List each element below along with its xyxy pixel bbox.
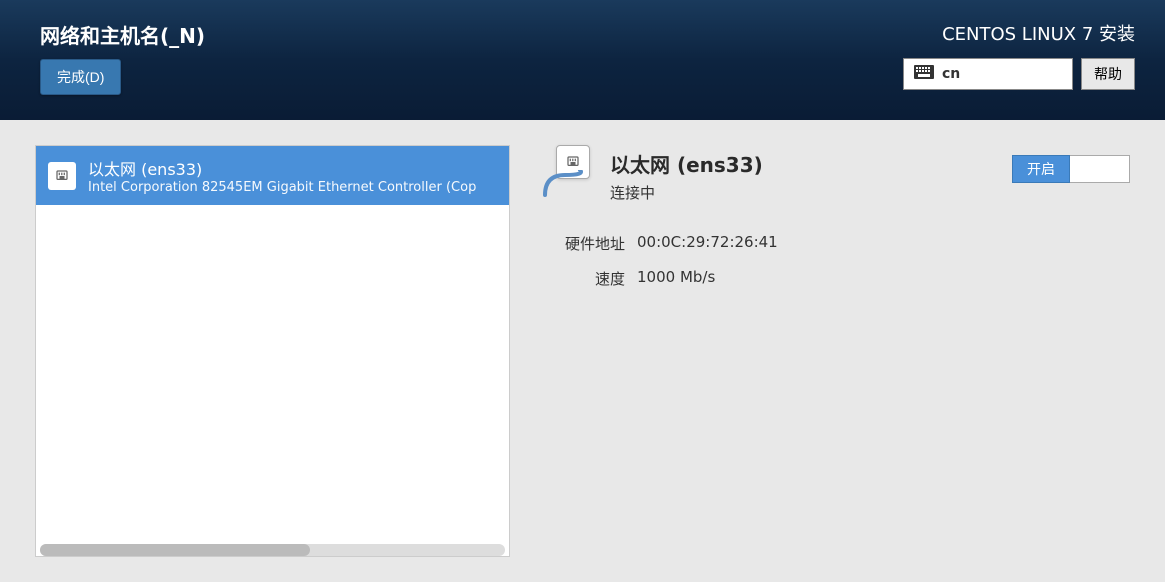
keyboard-layout-indicator[interactable]: cn [903,58,1073,90]
device-list-item[interactable]: 以太网 (ens33) Intel Corporation 82545EM Gi… [36,146,509,205]
device-item-description: Intel Corporation 82545EM Gigabit Ethern… [88,180,476,195]
ethernet-plug-icon [48,162,76,190]
device-item-name: 以太网 (ens33) [88,156,476,180]
speed-value: 1000 Mb/s [637,268,715,289]
lang-help-row: cn 帮助 [903,58,1135,90]
scrollbar-thumb[interactable] [40,544,310,556]
horizontal-scrollbar[interactable] [40,544,505,556]
hardware-address-label: 硬件地址 [540,233,625,254]
page-title: 网络和主机名(_N) [40,20,205,49]
main-content: 以太网 (ens33) Intel Corporation 82545EM Gi… [0,120,1165,582]
header-right: CENTOS LINUX 7 安装 [903,20,1135,105]
connection-toggle[interactable]: 开启 [1012,155,1130,183]
hardware-address-row: 硬件地址 00:0C:29:72:26:41 [540,233,1130,254]
toggle-on-label[interactable]: 开启 [1012,155,1070,183]
keyboard-icon [914,65,934,83]
speed-row: 速度 1000 Mb/s [540,268,1130,289]
device-info-rows: 硬件地址 00:0C:29:72:26:41 速度 1000 Mb/s [540,233,1130,289]
toggle-slider[interactable] [1070,155,1130,183]
header-bar: 网络和主机名(_N) 完成(D) CENTOS LINUX 7 安装 [0,0,1165,120]
detail-title-box: 以太网 (ens33) 连接中 [610,149,763,203]
done-button[interactable]: 完成(D) [40,59,121,95]
speed-label: 速度 [540,268,625,289]
device-item-text: 以太网 (ens33) Intel Corporation 82545EM Gi… [88,156,476,195]
header-left: 网络和主机名(_N) 完成(D) [40,20,205,105]
detail-device-name: 以太网 (ens33) [610,149,763,178]
hardware-address-value: 00:0C:29:72:26:41 [637,233,778,254]
device-detail-panel: 以太网 (ens33) 连接中 硬件地址 00:0C:29:72:26:41 速… [540,145,1130,557]
install-title: CENTOS LINUX 7 安装 [942,20,1135,46]
cable-icon [540,170,590,200]
help-button[interactable]: 帮助 [1081,58,1135,90]
ethernet-detail-icon [540,145,595,200]
network-device-list[interactable]: 以太网 (ens33) Intel Corporation 82545EM Gi… [35,145,510,557]
detail-connection-status: 连接中 [610,182,763,203]
lang-code-label: cn [942,66,960,82]
